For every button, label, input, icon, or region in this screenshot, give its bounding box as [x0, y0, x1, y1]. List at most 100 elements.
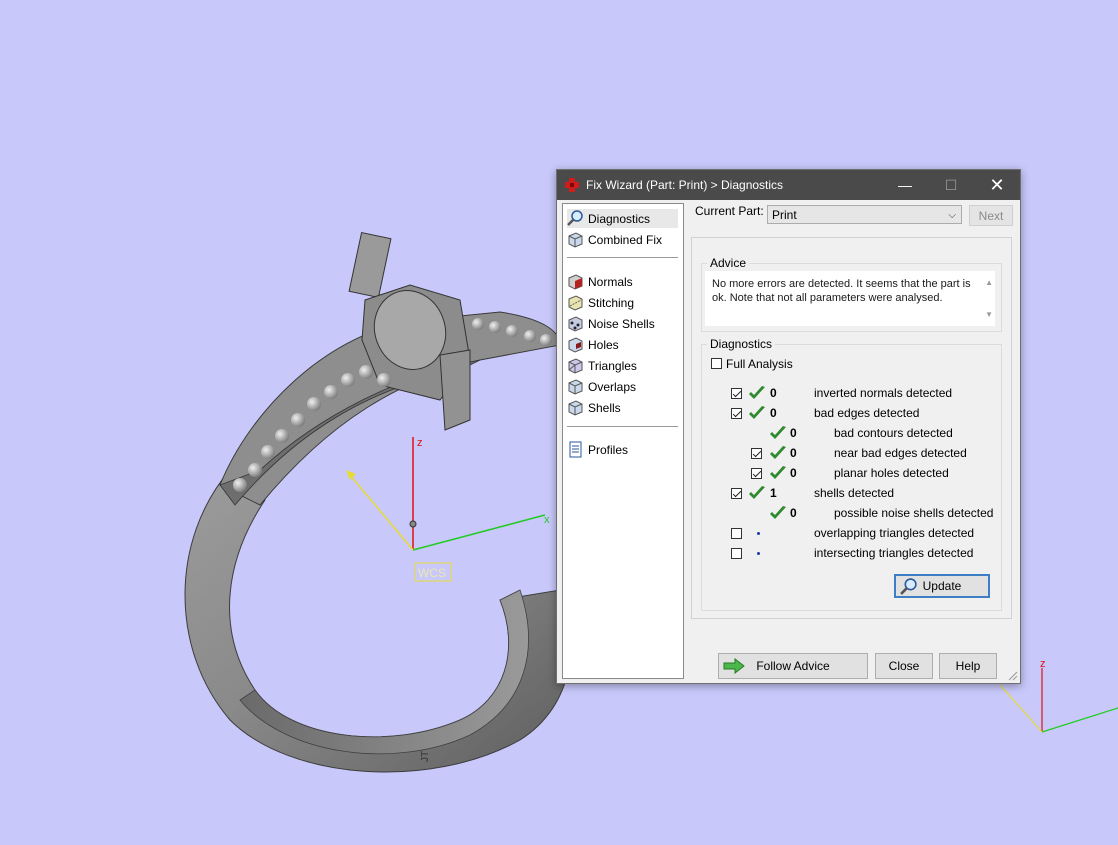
nav-divider	[567, 257, 678, 258]
nav-label: Overlaps	[588, 379, 637, 394]
diagnostic-count: 0	[770, 406, 777, 420]
check-icon	[749, 406, 765, 419]
nav-item-overlaps[interactable]: Overlaps	[567, 377, 678, 396]
diagnostic-label: intersecting triangles detected	[814, 546, 974, 560]
next-button[interactable]: Next	[969, 205, 1013, 226]
close-button[interactable]: Close	[875, 653, 933, 679]
current-part-value: Print	[772, 208, 797, 222]
scroll-down-icon[interactable]: ▼	[985, 310, 993, 319]
arrow-right-icon	[723, 658, 745, 674]
nav-item-triangles[interactable]: Triangles	[567, 356, 678, 375]
diagnostic-count: 0	[790, 426, 797, 440]
status-dot	[757, 532, 760, 535]
check-icon	[749, 386, 765, 399]
dialog-titlebar[interactable]: Fix Wizard (Part: Print) > Diagnostics —…	[557, 170, 1020, 200]
diagnostic-checkbox[interactable]	[731, 388, 742, 399]
check-icon	[770, 426, 786, 439]
maximize-button[interactable]: ☐	[928, 170, 974, 200]
full-analysis-checkbox[interactable]	[711, 358, 722, 369]
nav-label: Noise Shells	[588, 316, 655, 331]
scroll-up-icon[interactable]: ▲	[985, 278, 993, 287]
fix-wizard-dialog: Fix Wizard (Part: Print) > Diagnostics —…	[556, 169, 1021, 684]
wcs-label: WCS	[418, 566, 446, 580]
nav-label: Holes	[588, 337, 619, 352]
nav-item-diagnostics[interactable]: Diagnostics	[567, 209, 678, 228]
diagnostic-label: bad edges detected	[814, 406, 920, 420]
check-icon	[749, 486, 765, 499]
stitching-icon	[568, 295, 583, 311]
prong-left	[348, 231, 392, 299]
diagnostic-checkbox[interactable]	[731, 488, 742, 499]
check-icon	[770, 466, 786, 479]
nav-item-combined-fix[interactable]: Combined Fix	[567, 230, 678, 249]
normals-cube-icon	[568, 274, 583, 290]
advice-text: No more errors are detected. It seems th…	[712, 278, 971, 304]
holes-icon	[568, 337, 583, 353]
close-window-button[interactable]: ✕	[974, 170, 1020, 200]
axis-x-label: x	[544, 514, 550, 526]
full-analysis-label: Full Analysis	[726, 357, 793, 371]
corner-z-label: z	[1040, 658, 1046, 670]
diagnostic-checkbox[interactable]	[731, 408, 742, 419]
dialog-title: Fix Wizard (Part: Print) > Diagnostics	[586, 178, 784, 192]
update-label: Update	[922, 579, 962, 593]
nav-label: Shells	[588, 400, 621, 415]
triangles-icon	[568, 358, 583, 374]
diagnostic-count: 0	[790, 446, 797, 460]
diagnostic-label: bad contours detected	[834, 426, 953, 440]
diagnostic-label: overlapping triangles detected	[814, 526, 975, 540]
ring-engraving: JT	[420, 751, 431, 762]
axis-z-label: z	[417, 437, 423, 449]
cube-icon	[568, 232, 583, 248]
overlaps-icon	[568, 379, 583, 395]
minimize-button[interactable]: —	[882, 170, 928, 200]
nav-label: Stitching	[588, 295, 635, 310]
nav-item-shells[interactable]: Shells	[567, 398, 678, 417]
magnifier-icon	[567, 210, 583, 226]
diagnostic-label: shells detected	[814, 486, 895, 500]
nav-item-stitching[interactable]: Stitching	[567, 293, 678, 312]
prong-right	[439, 349, 471, 431]
diagnostic-count: 0	[790, 466, 797, 480]
diagnostic-label: possible noise shells detected	[834, 506, 994, 520]
shells-icon	[568, 400, 583, 416]
current-part-select[interactable]: Print ⌵	[767, 205, 962, 224]
nav-item-holes[interactable]: Holes	[567, 335, 678, 354]
nav-label: Triangles	[588, 358, 637, 373]
diagnostic-count: 0	[790, 506, 797, 520]
nav-label: Diagnostics	[588, 211, 651, 226]
noise-shells-icon	[568, 316, 583, 332]
chevron-down-icon: ⌵	[948, 210, 956, 221]
nav-item-profiles[interactable]: Profiles	[567, 440, 678, 459]
diagnostic-checkbox[interactable]	[731, 548, 742, 559]
diagnostics-title: Diagnostics	[707, 337, 776, 351]
diagnostic-checkbox[interactable]	[731, 528, 742, 539]
nav-item-normals[interactable]: Normals	[567, 272, 678, 291]
nav-divider	[567, 426, 678, 427]
wizard-nav-list: Diagnostics Combined Fix Normals Stitchi…	[562, 203, 684, 679]
document-icon	[569, 441, 582, 458]
current-part-label: Current Part:	[695, 204, 764, 218]
diagnostic-count: 0	[770, 386, 777, 400]
nav-item-noise-shells[interactable]: Noise Shells	[567, 314, 678, 333]
follow-advice-button[interactable]: Follow Advice	[718, 653, 868, 679]
magnifier-icon	[900, 578, 917, 595]
diagnostic-label: planar holes detected	[834, 466, 949, 480]
nav-label: Normals	[588, 274, 633, 289]
diagnostic-checkbox[interactable]	[751, 468, 762, 479]
status-dot	[757, 552, 760, 555]
diagnostic-label: inverted normals detected	[814, 386, 953, 400]
diagnostic-checkbox[interactable]	[751, 448, 762, 459]
follow-advice-label: Follow Advice	[756, 659, 830, 673]
app-icon	[565, 178, 579, 192]
diagnostic-label: near bad edges detected	[834, 446, 967, 460]
check-icon	[770, 446, 786, 459]
help-button[interactable]: Help	[939, 653, 997, 679]
ring-model	[184, 231, 572, 773]
nav-label: Profiles	[588, 442, 629, 457]
update-button[interactable]: Update	[894, 574, 990, 598]
nav-label: Combined Fix	[588, 232, 663, 247]
diagnostic-count: 1	[770, 486, 777, 500]
resize-grip-icon[interactable]	[1008, 671, 1018, 681]
check-icon	[770, 506, 786, 519]
